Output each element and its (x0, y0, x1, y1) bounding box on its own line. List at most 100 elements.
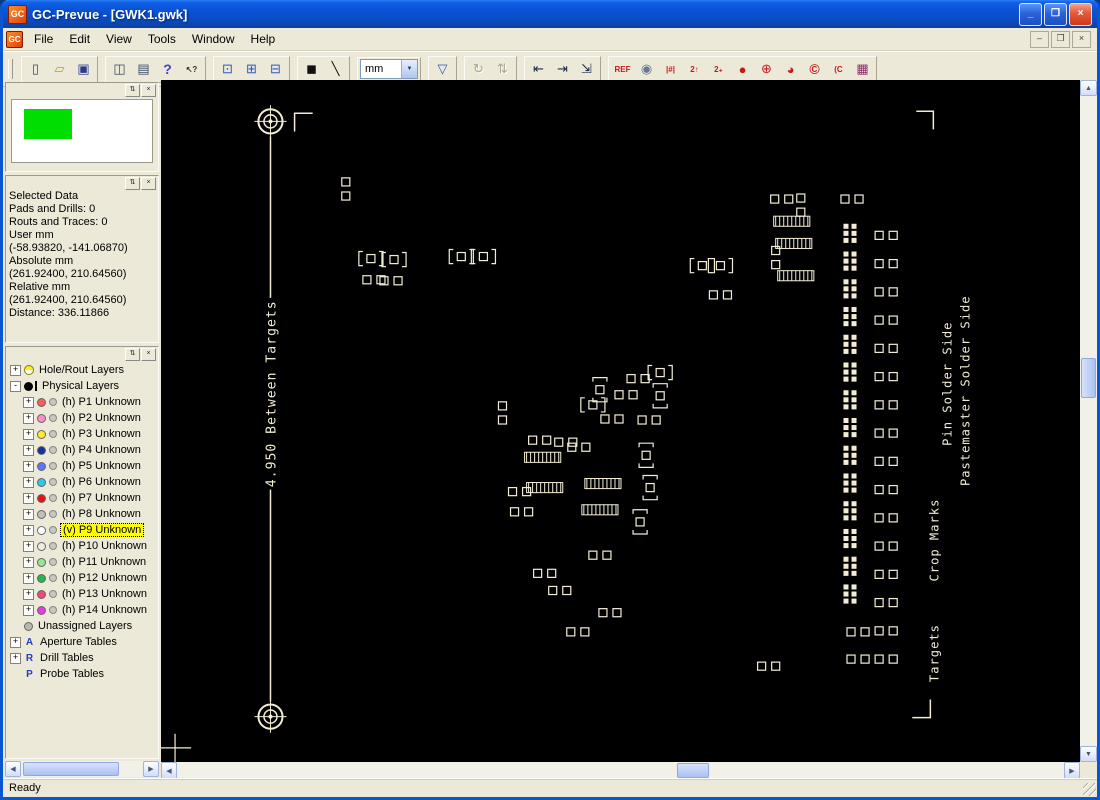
pane-close-button[interactable]: × (141, 177, 156, 190)
ref-designators-button[interactable]: REF (611, 58, 634, 81)
canvas-vscroll-thumb[interactable] (1081, 358, 1096, 398)
tree-item-probe-tables[interactable]: P Probe Tables (6, 666, 158, 682)
tree-item-h-p3-unknown[interactable]: + (h) P3 Unknown (6, 426, 158, 442)
scroll-right-icon[interactable]: ▶ (143, 761, 159, 777)
help-button[interactable]: ? (156, 58, 179, 81)
tree-item-h-p8-unknown[interactable]: + (h) P8 Unknown (6, 506, 158, 522)
document-icon[interactable]: GC (6, 30, 23, 48)
zoom-window-button[interactable]: ⊡ (216, 58, 239, 81)
target-pad-button[interactable]: ⊕ (755, 58, 778, 81)
tree-item-h-p12-unknown[interactable]: + (h) P12 Unknown (6, 570, 158, 586)
redraw-button[interactable]: ↻ (467, 58, 490, 81)
step-up-button[interactable]: 2↑ (683, 58, 706, 81)
scroll-up-icon[interactable]: ▲ (1080, 80, 1097, 96)
tree-item-drill-tables[interactable]: + R Drill Tables (6, 650, 158, 666)
minimize-button[interactable]: _ (1019, 2, 1042, 26)
canvas-hscroll-thumb[interactable] (677, 763, 709, 778)
tree-item-h-p7-unknown[interactable]: + (h) P7 Unknown (6, 490, 158, 506)
menu-item-window[interactable]: Window (184, 29, 243, 49)
units-select[interactable]: mm ▼ (360, 59, 418, 79)
pane-close-button[interactable]: × (141, 84, 156, 97)
tree-item-hole-rout-layers[interactable]: + Hole/Rout Layers (6, 362, 158, 378)
expander-icon[interactable]: + (23, 540, 34, 552)
menu-item-edit[interactable]: Edit (61, 29, 98, 49)
expander-icon[interactable]: + (23, 588, 34, 600)
draw-pad-button[interactable]: ◼ (300, 58, 323, 81)
panel-scroll-track[interactable] (21, 761, 143, 777)
expander-icon[interactable]: + (23, 492, 34, 504)
canvas-hscroll-track[interactable] (177, 762, 1064, 779)
measure-left-button[interactable]: ⇤ (527, 58, 550, 81)
tree-item-aperture-tables[interactable]: + A Aperture Tables (6, 634, 158, 650)
mdi-restore-button[interactable]: ❐ (1051, 30, 1070, 48)
pcb-canvas[interactable]: 4.950 Between Targets Pin Solder Side Past… (161, 80, 1080, 762)
tree-item-h-p10-unknown[interactable]: + (h) P10 Unknown (6, 538, 158, 554)
expander-icon[interactable]: + (10, 652, 21, 664)
expander-icon[interactable]: + (23, 556, 34, 568)
expander-icon[interactable]: + (23, 460, 34, 472)
zoom-in-button[interactable]: ⊞ (240, 58, 263, 81)
swap-layers-button[interactable]: ⇅ (491, 58, 514, 81)
tree-item-h-p1-unknown[interactable]: + (h) P1 Unknown (6, 394, 158, 410)
expander-icon[interactable]: + (23, 476, 34, 488)
toolbar-grip[interactable] (8, 59, 13, 79)
scroll-down-icon[interactable]: ▼ (1080, 746, 1097, 762)
tree-item-h-p2-unknown[interactable]: + (h) P2 Unknown (6, 410, 158, 426)
pane-scroll-button[interactable]: ⇅ (125, 177, 140, 190)
open-arc-button[interactable]: (C (827, 58, 850, 81)
pad-numbers-button[interactable]: |#| (659, 58, 682, 81)
draw-line-button[interactable]: ╲ (324, 58, 347, 81)
pane-scroll-button[interactable]: ⇅ (125, 84, 140, 97)
arc-pad-button[interactable]: ◕ (779, 58, 802, 81)
pane-scroll-button[interactable]: ⇅ (125, 348, 140, 361)
expander-icon[interactable]: + (23, 572, 34, 584)
menu-item-view[interactable]: View (98, 29, 140, 49)
tree-item-h-p5-unknown[interactable]: + (h) P5 Unknown (6, 458, 158, 474)
mdi-minimize-button[interactable]: – (1030, 30, 1049, 48)
tree-item-h-p13-unknown[interactable]: + (h) P13 Unknown (6, 586, 158, 602)
flash-pad-button[interactable]: ● (731, 58, 754, 81)
menu-item-tools[interactable]: Tools (140, 29, 184, 49)
canvas-vscroll-track[interactable] (1080, 96, 1097, 746)
pane-close-button[interactable]: × (141, 348, 156, 361)
chevron-down-icon[interactable]: ▼ (401, 60, 417, 78)
tree-item-h-p6-unknown[interactable]: + (h) P6 Unknown (6, 474, 158, 490)
restore-button[interactable]: ❐ (1044, 2, 1067, 26)
tree-item-h-p4-unknown[interactable]: + (h) P4 Unknown (6, 442, 158, 458)
scroll-left-icon[interactable]: ◀ (5, 761, 21, 777)
expander-icon[interactable]: + (23, 508, 34, 520)
expander-icon[interactable]: + (23, 412, 34, 424)
apertures-button[interactable]: ◉ (635, 58, 658, 81)
tree-item-v-p9-unknown[interactable]: + (v) P9 Unknown (6, 522, 158, 538)
mdi-close-button[interactable]: × (1072, 30, 1091, 48)
expander-icon[interactable]: + (10, 364, 21, 376)
expander-icon[interactable]: + (23, 396, 34, 408)
step-add-button[interactable]: 2₊ (707, 58, 730, 81)
close-button[interactable]: × (1069, 2, 1092, 26)
panel-scroll-thumb[interactable] (23, 762, 119, 776)
print-button[interactable]: ▤ (132, 58, 155, 81)
context-help-button[interactable]: ↖? (180, 58, 203, 81)
measure-right-button[interactable]: ⇥ (551, 58, 574, 81)
expander-icon[interactable]: + (23, 524, 34, 536)
menu-item-help[interactable]: Help (243, 29, 284, 49)
title-bar[interactable]: GC GC-Prevue - [GWK1.gwk] _ ❐ × (3, 0, 1097, 28)
new-file-button[interactable]: ▯ (24, 58, 47, 81)
resize-grip[interactable] (1083, 783, 1096, 796)
expander-icon[interactable]: + (23, 428, 34, 440)
tree-item-unassigned-layers[interactable]: Unassigned Layers (6, 618, 158, 634)
scroll-left-icon[interactable]: ◀ (161, 762, 177, 779)
open-file-button[interactable]: ▱ (48, 58, 71, 81)
expander-icon[interactable]: + (10, 636, 21, 648)
scroll-right-icon[interactable]: ▶ (1064, 762, 1080, 779)
filter-button[interactable]: ▽ (431, 58, 454, 81)
zoom-all-button[interactable]: ⊟ (264, 58, 287, 81)
tree-item-h-p11-unknown[interactable]: + (h) P11 Unknown (6, 554, 158, 570)
save-button[interactable]: ▣ (72, 58, 95, 81)
tree-item-h-p14-unknown[interactable]: + (h) P14 Unknown (6, 602, 158, 618)
canvas-vscrollbar[interactable]: ▲ ▼ (1080, 80, 1097, 762)
board-preview[interactable] (11, 99, 153, 163)
canvas-hscrollbar[interactable]: ◀ ▶ (161, 762, 1080, 779)
measure-diagonal-button[interactable]: ⇲ (575, 58, 598, 81)
expander-icon[interactable]: - (10, 380, 21, 392)
